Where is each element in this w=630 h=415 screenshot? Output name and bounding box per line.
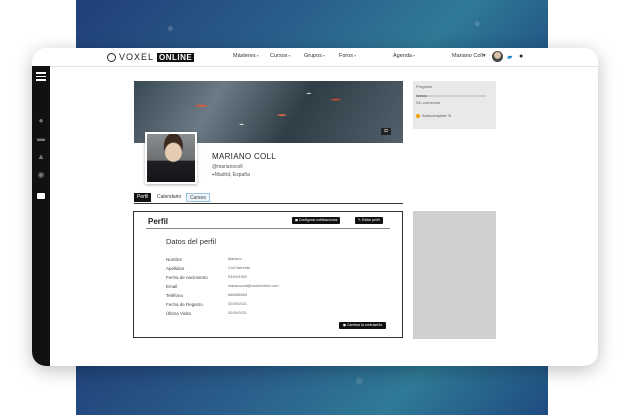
- change-password-button[interactable]: ◼ Cambiar la contraseña: [339, 322, 387, 329]
- chevron-down-icon: ▾: [482, 53, 486, 59]
- field-value: 02/09/2021: [228, 311, 248, 315]
- chevron-down-icon: ▾: [412, 53, 415, 58]
- field-label: Email: [166, 284, 178, 289]
- app-window: VOXEL ONLINE Másteres▾ Cursos▾ Grupos▾ F…: [32, 48, 598, 366]
- field-label: Nombre: [166, 257, 183, 262]
- profile-name: MARIANO COLL: [212, 152, 277, 161]
- panel-title: Perfil: [148, 217, 169, 226]
- tab-cursos[interactable]: Cursos: [186, 193, 210, 202]
- progress-bar: [416, 95, 486, 97]
- nav-grupos[interactable]: Grupos▾: [304, 53, 325, 59]
- field-value: marianocoll@voxelonline.com: [228, 284, 279, 288]
- field-value: 02/09/2021: [228, 302, 248, 306]
- logo-text-highlight: ONLINE: [157, 52, 195, 62]
- top-navbar: VOXEL ONLINE Másteres▾ Cursos▾ Grupos▾ F…: [32, 48, 598, 67]
- tab-calendario[interactable]: Calendario: [154, 193, 184, 202]
- folder-icon[interactable]: ▬: [36, 134, 46, 144]
- autocomplete-item[interactable]: Autocomplete %: [416, 113, 451, 118]
- menu-icon[interactable]: [36, 72, 46, 83]
- status-dot-icon: [416, 113, 420, 118]
- profile-location: ⌖Madrid, España: [212, 172, 250, 178]
- progress-label: Progreso: [416, 84, 433, 89]
- avatar[interactable]: [492, 51, 503, 62]
- field-label: Teléfono: [166, 293, 184, 298]
- field-value: 03/09/1992: [228, 275, 248, 279]
- side-placeholder: [413, 211, 496, 339]
- video-icon[interactable]: [37, 193, 45, 199]
- camera-icon[interactable]: ◘: [381, 128, 391, 135]
- bell-icon[interactable]: ●: [519, 53, 523, 60]
- field-label: Última Visita: [166, 311, 191, 316]
- user-menu[interactable]: Mariano Coll▾: [452, 53, 486, 59]
- logo-text: VOXEL: [119, 52, 155, 62]
- edit-profile-button[interactable]: ✎ Editar perfil: [355, 217, 383, 224]
- field-value: Mariano: [228, 257, 242, 261]
- brand-logo[interactable]: VOXEL ONLINE: [107, 51, 195, 63]
- field-value: 666666964: [228, 293, 248, 297]
- nav-masteres[interactable]: Másteres▾: [233, 53, 259, 59]
- chevron-down-icon: ▾: [354, 53, 357, 58]
- divider: [146, 228, 390, 229]
- nav-foros[interactable]: Foros▾: [339, 53, 356, 59]
- chevron-down-icon: ▾: [256, 53, 259, 58]
- chat-icon[interactable]: ◉: [36, 170, 46, 180]
- tab-perfil[interactable]: Perfil: [134, 193, 152, 202]
- field-value: Coll Valverde: [228, 266, 251, 270]
- profile-handle: @marianocoll: [212, 164, 243, 170]
- chevron-down-icon: ▾: [288, 53, 291, 58]
- flask-icon[interactable]: ▲: [36, 152, 46, 162]
- field-label: Apellidos: [166, 266, 185, 271]
- progress-card: Progreso Sin comenzar Autocomplete %: [413, 81, 496, 129]
- profile-panel: Perfil ◼ Configurar notificaciones ✎ Edi…: [133, 211, 403, 338]
- progress-status: Sin comenzar: [416, 100, 441, 105]
- notifications-button[interactable]: ◼ Configurar notificaciones: [292, 217, 341, 224]
- profile-photo: [145, 132, 197, 184]
- field-label: Fecha de Registro: [166, 302, 203, 307]
- section-title: Datos del perfil: [166, 237, 217, 246]
- user-icon[interactable]: ●: [36, 116, 46, 126]
- profile-tabs: Perfil Calendario Cursos: [134, 193, 403, 204]
- nav-agenda[interactable]: Agenda▾: [393, 53, 415, 59]
- nav-cursos[interactable]: Cursos▾: [270, 53, 290, 59]
- left-sidebar: ● ▬ ▲ ◉: [32, 66, 50, 366]
- field-label: Fecha de nacimiento: [166, 275, 208, 280]
- chevron-down-icon: ▾: [323, 53, 326, 58]
- logo-icon: [107, 52, 116, 62]
- cart-icon[interactable]: ▰: [507, 53, 512, 61]
